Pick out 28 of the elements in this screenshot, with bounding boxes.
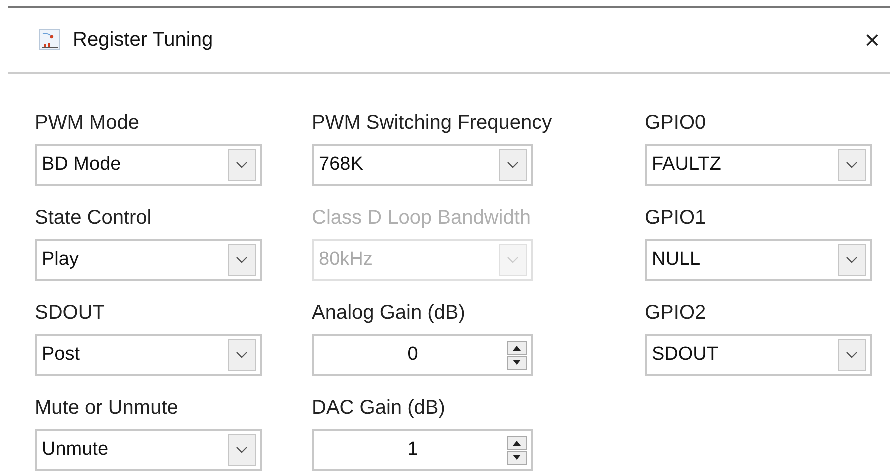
field-label: DAC Gain (dB) xyxy=(312,396,446,420)
field-label: Analog Gain (dB) xyxy=(312,301,466,325)
field-label: GPIO0 xyxy=(645,111,706,135)
dropdown[interactable]: NULL xyxy=(645,239,872,281)
spin-up-button[interactable] xyxy=(507,436,527,450)
app-icon xyxy=(39,29,61,51)
field-label: SDOUT xyxy=(35,301,105,325)
field-label: State Control xyxy=(35,206,152,230)
dropdown[interactable]: 768K xyxy=(312,144,533,186)
dropdown[interactable]: BD Mode xyxy=(35,144,262,186)
spin-box[interactable]: 0 xyxy=(312,334,533,376)
dropdown[interactable]: FAULTZ xyxy=(645,144,872,186)
spin-box[interactable]: 1 xyxy=(312,429,533,471)
field-label: GPIO1 xyxy=(645,206,706,230)
field-label: PWM Mode xyxy=(35,111,140,135)
spin-down-button[interactable] xyxy=(507,450,527,464)
spin-down-button[interactable] xyxy=(507,356,527,370)
field-label: GPIO2 xyxy=(645,301,706,325)
dropdown[interactable]: Unmute xyxy=(35,429,262,471)
dropdown[interactable]: SDOUT xyxy=(645,334,872,376)
window-title: Register Tuning xyxy=(73,28,214,52)
spin-up-button[interactable] xyxy=(507,340,527,354)
dropdown[interactable]: Play xyxy=(35,239,262,281)
field-label: PWM Switching Frequency xyxy=(312,111,552,135)
field-label: Mute or Unmute xyxy=(35,396,178,420)
close-button[interactable]: × xyxy=(864,27,880,53)
dropdown[interactable]: Post xyxy=(35,334,262,376)
field-label: Class D Loop Bandwidth xyxy=(312,206,532,230)
